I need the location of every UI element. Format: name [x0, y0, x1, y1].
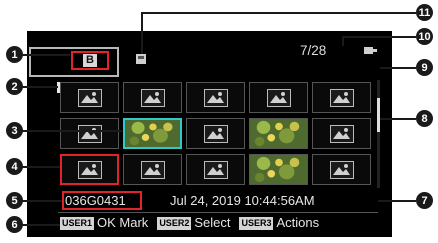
callout-4: 4: [6, 158, 23, 175]
callout-6: 6: [6, 216, 23, 233]
leader-7: [378, 200, 416, 202]
divider: [58, 212, 378, 213]
callout-3: 3: [6, 122, 23, 139]
image-thumbnail-icon: [77, 124, 102, 143]
leader-11: [141, 12, 416, 14]
leader-2: [22, 86, 58, 88]
thumbnail-cell[interactable]: [312, 118, 371, 149]
leader-8: [380, 118, 416, 120]
image-thumbnail-icon: [77, 160, 102, 179]
clip-counter: 7/28: [300, 43, 327, 58]
leader-6: [22, 224, 60, 226]
thumbnail-cell[interactable]: [123, 82, 182, 113]
thumbnail-cell[interactable]: [60, 118, 119, 149]
photo-thumbnail: [250, 119, 307, 148]
thumbnail-cell[interactable]: [249, 154, 308, 185]
thumbnail-cell[interactable]: [186, 118, 245, 149]
mode-button[interactable]: B: [71, 51, 109, 70]
user3-key[interactable]: USER3: [239, 216, 274, 230]
user2-key[interactable]: USER2: [157, 216, 192, 230]
callout-7: 7: [416, 192, 433, 209]
scrollbar[interactable]: [377, 80, 380, 188]
image-thumbnail-icon: [140, 88, 165, 107]
leader-4: [22, 166, 60, 168]
leader-11-v: [141, 12, 143, 54]
clip-name: 036G0431: [65, 193, 126, 208]
image-thumbnail-icon: [140, 160, 165, 179]
thumbnail-grid: [60, 82, 374, 190]
thumbnail-cell[interactable]: [249, 82, 308, 113]
thumbnail-cell[interactable]: [123, 118, 182, 149]
image-thumbnail-icon: [203, 160, 228, 179]
image-thumbnail-icon: [329, 160, 354, 179]
thumbnail-cell[interactable]: [60, 154, 119, 185]
card-icon: [364, 46, 378, 55]
leader-3: [22, 130, 122, 132]
user1-key[interactable]: USER1: [60, 216, 95, 230]
callout-11: 11: [416, 4, 433, 21]
image-thumbnail-icon: [77, 88, 102, 107]
thumbnail-cell[interactable]: [312, 154, 371, 185]
callout-10: 10: [416, 28, 433, 45]
callout-1: 1: [6, 46, 23, 63]
user2-action: Select: [194, 215, 231, 230]
thumbnail-cell[interactable]: [186, 154, 245, 185]
leader-5: [22, 200, 62, 202]
image-thumbnail-icon: [329, 124, 354, 143]
callout-2: 2: [6, 78, 23, 95]
thumbnail-cell[interactable]: [186, 82, 245, 113]
photo-thumbnail: [125, 120, 180, 147]
user3-action: Actions: [276, 215, 320, 230]
leader-10: [342, 36, 416, 38]
thumbnail-cell[interactable]: [249, 118, 308, 149]
image-thumbnail-icon: [203, 124, 228, 143]
image-thumbnail-icon: [266, 88, 291, 107]
image-thumbnail-icon: [203, 88, 228, 107]
image-thumbnail-icon: [329, 88, 354, 107]
user1-action: OK Mark: [97, 215, 149, 230]
leader-9: [380, 67, 416, 69]
callout-8: 8: [416, 110, 433, 127]
thumbnail-cell[interactable]: [123, 154, 182, 185]
callout-9: 9: [416, 59, 433, 76]
leader-10-v: [342, 36, 344, 46]
photo-thumbnail: [250, 155, 307, 184]
scrollbar-thumb[interactable]: [377, 98, 380, 132]
callout-5: 5: [6, 192, 23, 209]
user-button-guide: USER1 OK Mark USER2 Select USER3 Actions: [60, 214, 378, 232]
thumbnail-cell[interactable]: [312, 82, 371, 113]
leader-1: [22, 54, 70, 56]
b-mode-icon: B: [83, 54, 97, 67]
thumbnail-cell[interactable]: [60, 82, 119, 113]
media-icon: [136, 54, 146, 64]
recording-datetime: Jul 24, 2019 10:44:56AM: [170, 193, 315, 208]
